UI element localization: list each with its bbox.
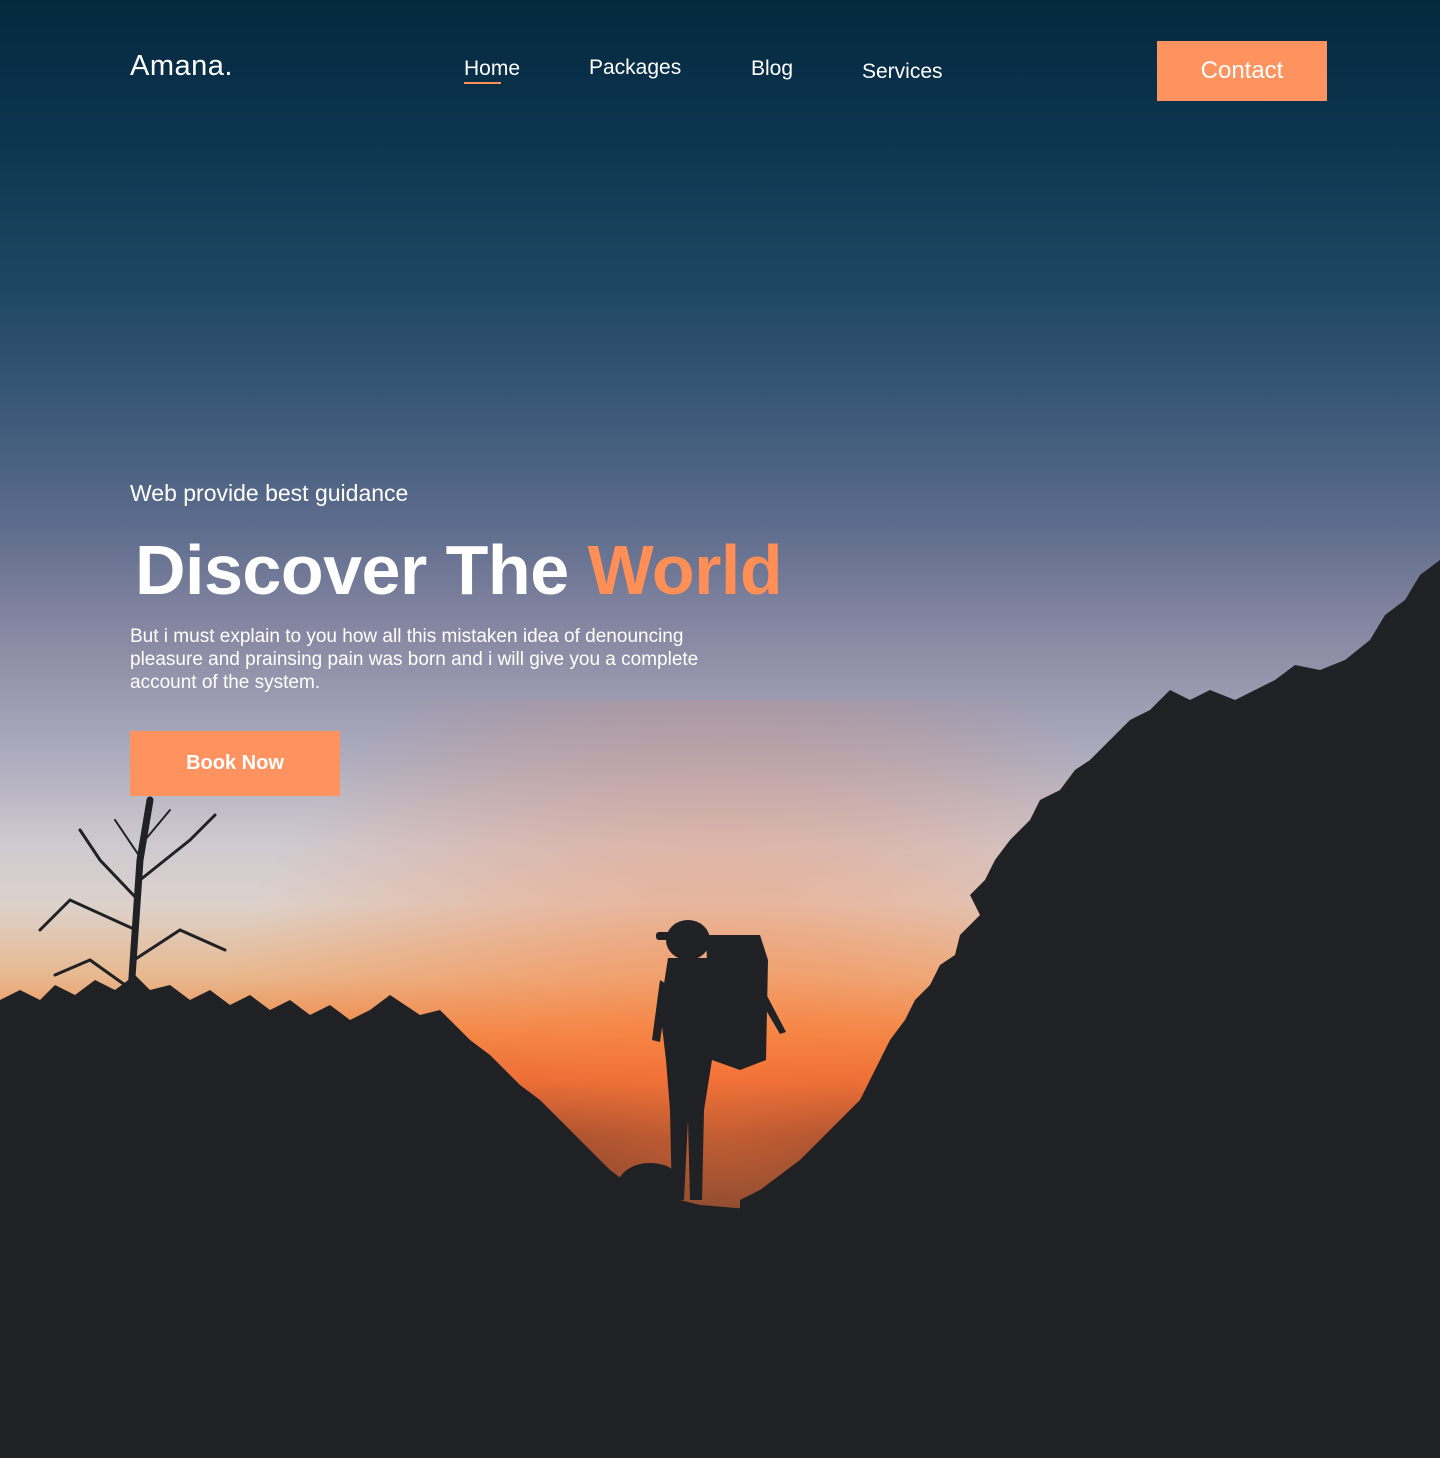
nav-item-services[interactable]: Services: [862, 60, 943, 84]
active-nav-indicator: [464, 82, 501, 84]
nav-item-home[interactable]: Home: [464, 57, 521, 84]
contact-button[interactable]: Contact: [1157, 41, 1327, 101]
headline-accent-text: World: [587, 531, 783, 609]
hero-description: But i must explain to you how all this m…: [130, 626, 699, 693]
hero-section: [0, 0, 1440, 1458]
book-now-button[interactable]: Book Now: [130, 731, 340, 796]
nav-item-home-label: Home: [464, 57, 521, 80]
nav-item-blog[interactable]: Blog: [751, 57, 793, 81]
hero-background-image: [0, 560, 1440, 1458]
hero-tagline: Web provide best guidance: [130, 480, 409, 506]
nav-item-packages[interactable]: Packages: [589, 56, 681, 80]
hero-headline: Discover The World: [135, 530, 783, 610]
headline-main-text: Discover The: [135, 531, 569, 609]
